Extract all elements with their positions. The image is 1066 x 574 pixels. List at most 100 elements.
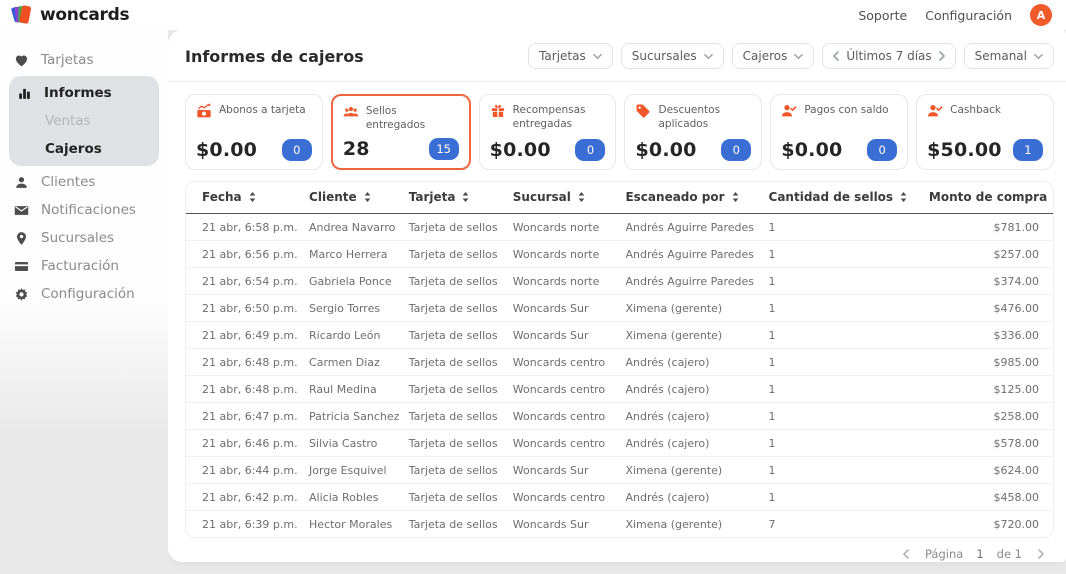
cell-fecha: 21 abr, 6:46 p.m.	[186, 429, 304, 457]
stat-value: $0.00	[781, 139, 843, 161]
cell-cliente: Marco Herrera	[303, 240, 403, 268]
gear-icon	[14, 287, 29, 302]
table-row: 21 abr, 6:58 p.m. Andrea Navarro Tarjeta d…	[186, 213, 1053, 241]
stat-card-descuentos-aplicados[interactable]: Descuentos aplicados $0.00 0	[624, 94, 763, 170]
filter-tarjetas[interactable]: Tarjetas	[528, 43, 613, 69]
stat-title: Sellos entregados	[365, 105, 426, 131]
cell-monto-de-compra: $985.00	[922, 348, 1053, 376]
main-panel: Informes de cajeros Tarjetas Sucursales Ca…	[168, 30, 1066, 562]
stat-value: $0.00	[635, 139, 697, 161]
cell-tarjeta: Tarjeta de sellos	[402, 294, 507, 322]
cell-escaneado-por: Andrés (cajero)	[619, 375, 763, 403]
sidebar-item-informes[interactable]: Informes	[9, 79, 159, 107]
sort-icon	[732, 191, 739, 205]
cell-escaneado-por: Andrés (cajero)	[619, 402, 763, 430]
cell-fecha: 21 abr, 6:47 p.m.	[186, 402, 304, 430]
stat-title: Recompensas entregadas	[512, 104, 586, 130]
sidebar-item-facturacion[interactable]: Facturación	[0, 252, 168, 280]
sidebar-item-cajeros[interactable]: Cajeros	[9, 135, 159, 163]
cell-monto-de-compra: $781.00	[922, 213, 1053, 241]
cell-cliente: Ricardo León	[303, 321, 403, 349]
page-next-icon[interactable]	[1038, 549, 1044, 559]
cell-monto-de-compra: $125.00	[922, 375, 1053, 403]
sidebar-item-sucursales[interactable]: Sucursales	[0, 224, 168, 252]
cell-escaneado-por: Ximena (gerente)	[619, 294, 763, 322]
heart-icon	[14, 53, 29, 68]
configuration-link[interactable]: Configuración	[925, 8, 1012, 23]
sidebar-item-notificaciones[interactable]: Notificaciones	[0, 196, 168, 224]
filter-label: Semanal	[974, 49, 1027, 63]
table-row: 21 abr, 6:44 p.m. Jorge Esquivel Tarjeta d…	[186, 456, 1053, 484]
stat-card-abonos-a-tarjeta[interactable]: Abonos a tarjeta $0.00 0	[185, 94, 323, 170]
sidebar-item-configuracion[interactable]: Configuración	[0, 280, 168, 308]
stat-card-recompensas-entregadas[interactable]: Recompensas entregadas $0.00 0	[478, 94, 617, 170]
user-avatar[interactable]: A	[1030, 4, 1052, 26]
cell-escaneado-por: Ximena (gerente)	[619, 321, 763, 349]
cell-sucursal: Woncards centro	[506, 429, 620, 457]
sidebar-item-label: Tarjetas	[41, 52, 94, 68]
sort-icon	[900, 191, 907, 205]
cell-fecha: 21 abr, 6:39 p.m.	[202, 517, 298, 531]
pagination-total: de 1	[996, 547, 1022, 561]
cell-sucursal: Woncards norte	[506, 267, 620, 295]
support-link[interactable]: Soporte	[858, 8, 907, 23]
chevron-down-icon	[703, 53, 713, 60]
column-header-sucursal[interactable]: Sucursal	[506, 182, 620, 214]
stat-cards: Abonos a tarjeta $0.00 0 Sellos entregados 2…	[185, 94, 1054, 170]
column-header-escaneado-por[interactable]: Escaneado por	[619, 182, 763, 214]
person-check-icon	[781, 103, 797, 119]
stat-card-header: Sellos entregados	[343, 105, 459, 132]
page-title: Informes de cajeros	[185, 46, 364, 66]
table-row: 21 abr, 6:48 p.m. Raul Medina Tarjeta de s…	[186, 375, 1053, 403]
column-header-monto-de-compra[interactable]: Monto de compra	[922, 182, 1053, 214]
reports-table-card: Fecha Cliente Tarjeta Sucursal Escaneado por…	[185, 181, 1054, 538]
stat-badge: 1	[1012, 139, 1043, 161]
sidebar-item-clientes[interactable]: Clientes	[0, 168, 168, 196]
table-row: 21 abr, 6:56 p.m. Marco Herrera Tarjeta de…	[186, 240, 1053, 268]
column-header-label: Escaneado por	[625, 190, 725, 204]
cell-monto-de-compra: $624.00	[922, 456, 1053, 484]
cell-monto-de-compra: $476.00	[922, 294, 1053, 322]
column-header-cliente[interactable]: Cliente	[303, 182, 403, 214]
sidebar-item-tarjetas[interactable]: Tarjetas	[0, 46, 168, 74]
column-header-label: Sucursal	[512, 190, 571, 204]
stat-card-values: $0.00 0	[781, 139, 898, 161]
cell-cliente: Sergio Torres	[303, 294, 403, 322]
column-header-label: Cantidad de sellos	[768, 190, 894, 204]
filter-bar: Tarjetas Sucursales Cajeros Últimos 7 días S…	[528, 43, 1054, 69]
stat-card-values: $0.00 0	[635, 139, 752, 161]
filter-label: Cajeros	[742, 49, 788, 63]
stat-card-values: 28 15	[343, 138, 459, 160]
stat-badge: 0	[281, 139, 312, 161]
table-header-row: Fecha Cliente Tarjeta Sucursal Escaneado por…	[186, 182, 1053, 214]
pagination: Página 1 de 1	[185, 538, 1054, 561]
column-header-cantidad-de-sellos[interactable]: Cantidad de sellos	[762, 182, 923, 214]
column-header-label: Fecha	[202, 190, 242, 204]
cell-tarjeta: Tarjeta de sellos	[402, 375, 507, 403]
sort-icon	[249, 191, 256, 205]
stat-card-cashback[interactable]: Cashback $50.00 1	[916, 94, 1054, 170]
cell-sucursal: Woncards centro	[506, 348, 620, 376]
cell-cantidad-de-sellos: 1	[762, 321, 923, 349]
sidebar-item-label: Sucursales	[41, 230, 115, 246]
column-header-tarjeta[interactable]: Tarjeta	[402, 182, 507, 214]
table-row: 21 abr, 6:47 p.m. Patricia Sanchez Tarjeta…	[186, 402, 1053, 430]
people-icon	[343, 104, 359, 120]
stat-card-values: $0.00 0	[490, 139, 606, 161]
page-prev-icon[interactable]	[903, 549, 909, 559]
filter-cajeros[interactable]: Cajeros	[731, 43, 815, 69]
column-header-fecha[interactable]: Fecha	[186, 182, 304, 214]
filter-semanal[interactable]: Semanal	[963, 43, 1054, 69]
app-logo[interactable]: woncards	[10, 3, 130, 27]
sidebar-item-label: Clientes	[41, 174, 96, 190]
filter-sucursales[interactable]: Sucursales	[620, 43, 724, 69]
cell-cantidad-de-sellos: 1	[762, 267, 923, 295]
stat-card-pagos-con-saldo[interactable]: Pagos con saldo $0.00 0	[770, 94, 909, 170]
sidebar-item-ventas[interactable]: Ventas	[9, 107, 159, 135]
stat-card-sellos-entregados[interactable]: Sellos entregados 28 15	[330, 94, 471, 170]
cell-fecha: 21 abr, 6:44 p.m.	[186, 456, 304, 484]
filter-date-range[interactable]: Últimos 7 días	[822, 43, 956, 69]
cell-sucursal: Woncards Sur	[506, 294, 620, 322]
filter-label: Tarjetas	[539, 49, 586, 63]
stat-card-header: Recompensas entregadas	[490, 104, 606, 131]
